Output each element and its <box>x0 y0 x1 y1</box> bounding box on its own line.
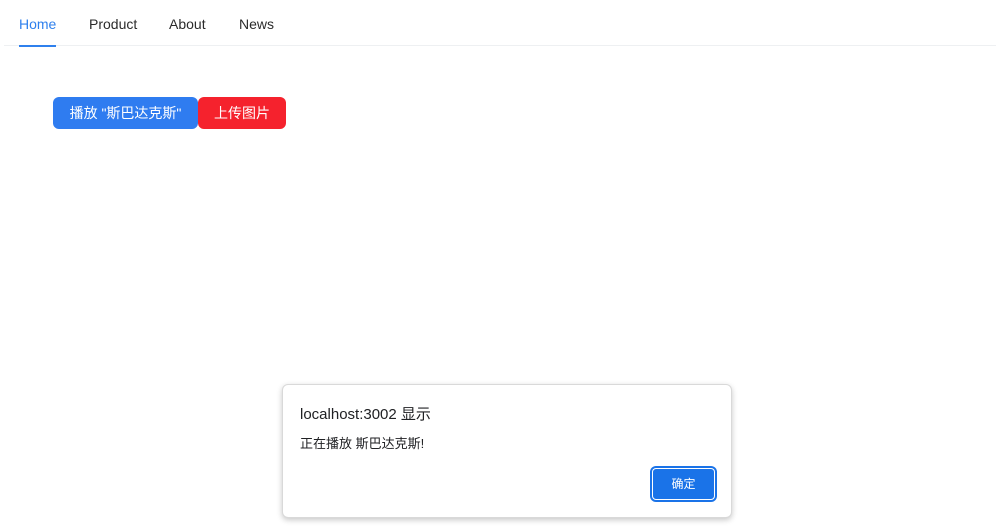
top-nav: Home Product About News <box>4 0 996 47</box>
alert-dialog: localhost:3002 显示 正在播放 斯巴达克斯! 确定 <box>282 384 732 518</box>
nav-item-product[interactable]: Product <box>89 0 137 46</box>
dialog-ok-button[interactable]: 确定 <box>652 468 715 500</box>
nav-item-news[interactable]: News <box>239 0 274 46</box>
upload-image-button[interactable]: 上传图片 <box>198 97 286 129</box>
nav-item-about[interactable]: About <box>169 0 206 46</box>
dialog-message: 正在播放 斯巴达克斯! <box>300 436 425 451</box>
play-button[interactable]: 播放 "斯巴达克斯" <box>53 97 198 129</box>
nav-item-home[interactable]: Home <box>19 0 57 47</box>
app-page: Home Product About News 播放 "斯巴达克斯" 上传图片 … <box>0 0 996 528</box>
dialog-title: localhost:3002 显示 <box>300 406 431 423</box>
